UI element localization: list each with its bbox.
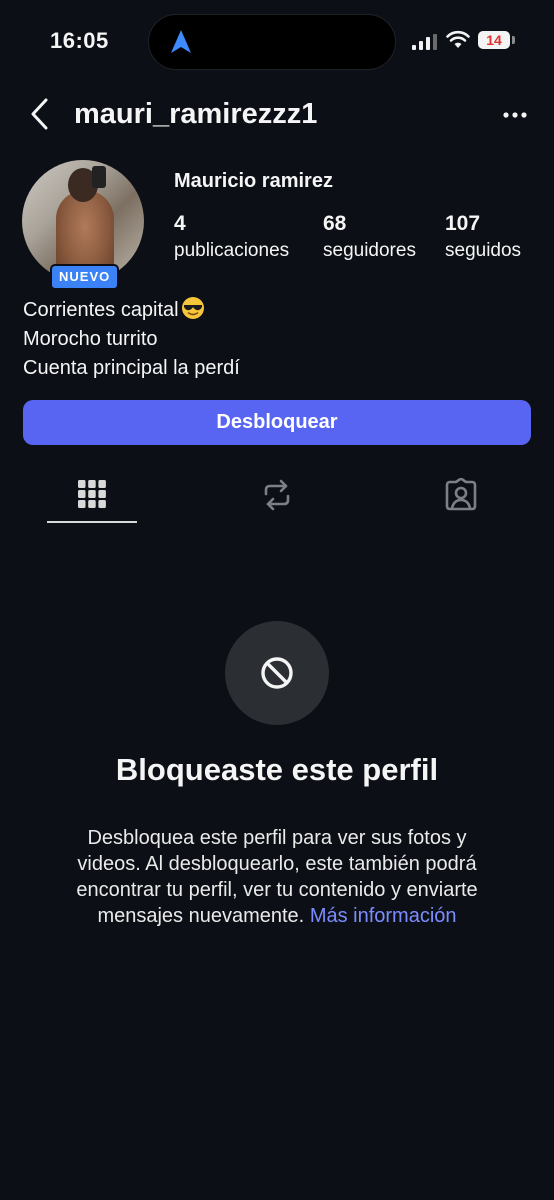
profile-full-name: Mauricio ramirez [174,170,333,192]
status-bar: 16:05 14 [0,0,554,84]
battery-icon: 14 [478,31,510,49]
stat-followers[interactable]: 68 seguidores [323,210,416,264]
stat-posts-count: 4 [174,212,186,235]
block-icon [261,657,293,689]
stat-posts-label: publicaciones [174,240,290,261]
grid-icon [78,480,106,508]
blocked-description: Desbloquea este perfil para ver sus foto… [70,825,484,929]
avatar-photo-phone [92,166,106,188]
tab-active-indicator [47,521,137,523]
bio-line-1-row: Corrientes capital [23,296,240,325]
status-time: 16:05 [50,28,109,53]
signal-icon [412,34,437,50]
battery-tip [512,36,515,44]
profile-header: mauri_ramirezzz1 [0,90,554,140]
stat-following-label: seguidos [445,240,522,261]
stat-following[interactable]: 107 seguidos [445,210,521,264]
tab-tagged[interactable] [414,470,506,522]
unblock-button[interactable]: Desbloquear [23,400,531,445]
tagged-person-icon [445,478,477,511]
wifi-icon [446,30,470,48]
location-arrow-icon [171,30,191,53]
dynamic-island [148,14,396,70]
repost-icon [264,479,290,511]
tab-grid[interactable] [46,470,138,522]
new-badge: NUEVO [50,264,120,290]
stat-posts[interactable]: 4 publicaciones [174,210,289,264]
tab-reposts[interactable] [230,470,322,522]
blocked-icon-circle [225,621,329,725]
blocked-title: Bloqueaste este perfil [115,752,439,787]
chevron-left-icon[interactable] [26,94,54,134]
stat-followers-count: 68 [323,212,347,235]
stat-following-count: 107 [445,212,481,235]
stat-followers-label: seguidores [323,240,416,261]
sunglasses-emoji-icon [181,297,204,319]
bio-line-2: Morocho turrito [23,328,158,350]
more-horizontal-icon[interactable] [498,100,532,130]
profile-tabs [0,470,554,526]
profile-bio: Corrientes capital Morocho turrito Cuent… [23,296,240,383]
avatar-container[interactable]: NUEVO [22,160,144,290]
more-info-link[interactable]: Más información [310,905,457,927]
profile-username: mauri_ramirezzz1 [74,98,318,130]
bio-line-1: Corrientes capital [23,299,179,321]
bio-line-3: Cuenta principal la perdí [23,357,240,379]
